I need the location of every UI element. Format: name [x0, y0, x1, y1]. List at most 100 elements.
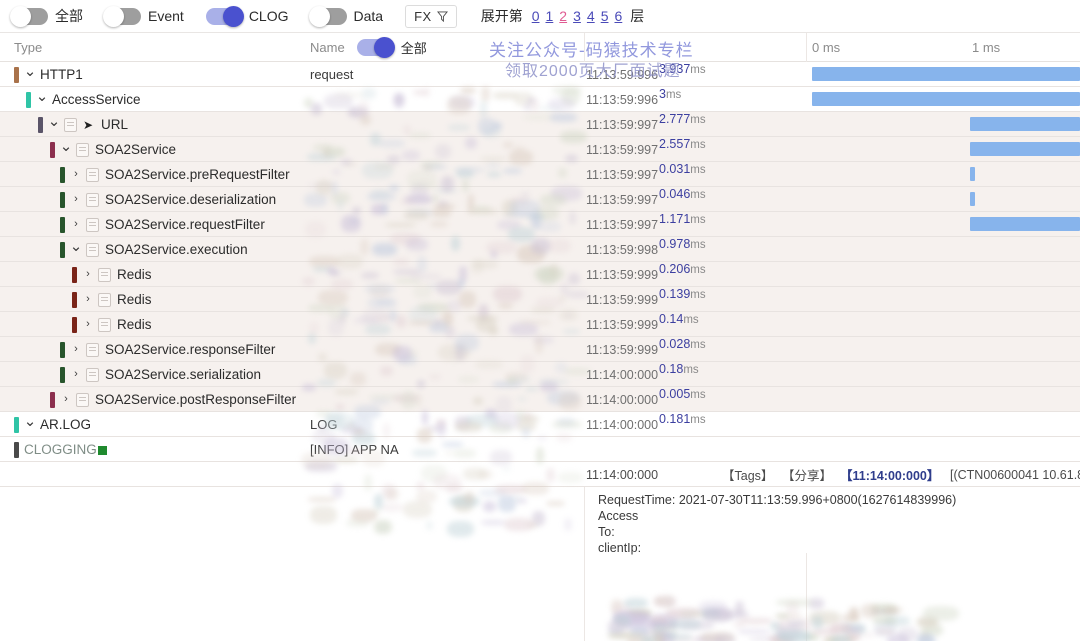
toggle-data-label: Data [353, 8, 384, 24]
chevron-right-icon[interactable]: › [82, 312, 94, 337]
timeline-bar[interactable] [970, 167, 975, 181]
table-row[interactable]: › SOA2Service.responseFilter 11:13:59:999 0… [0, 337, 1080, 362]
table-row[interactable]: › Redis 11:13:59:999 0.14 ms [0, 312, 1080, 337]
timeline-bar[interactable] [970, 192, 975, 206]
document-icon [64, 118, 77, 132]
expand-level-2[interactable]: 2 [558, 8, 568, 24]
table-row[interactable]: › Redis 11:13:59:999 0.206 ms [0, 262, 1080, 287]
toggle-all[interactable]: 全部 [10, 5, 83, 27]
redaction-smudge [629, 610, 653, 618]
chevron-right-icon[interactable]: › [82, 262, 94, 287]
redaction-smudge [641, 634, 666, 641]
document-icon [98, 293, 111, 307]
table-row[interactable]: › Redis 11:13:59:999 0.139 ms [0, 287, 1080, 312]
redaction-smudge [630, 627, 649, 638]
expand-level-3[interactable]: 3 [572, 8, 582, 24]
name-filter-switch[interactable] [356, 37, 395, 58]
toggle-event[interactable]: Event [103, 5, 184, 27]
ruler-tick-0ms: 0 ms [812, 40, 841, 55]
table-row[interactable]: ⌄ AccessService 11:13:59:996 3 ms [0, 87, 1080, 112]
detail-line: Access [598, 509, 639, 523]
table-row[interactable]: ⌄ SOA2Service 11:13:59:997 2.557 ms [0, 137, 1080, 162]
chevron-right-icon[interactable]: › [70, 187, 82, 212]
chevron-down-icon[interactable]: ⌄ [24, 62, 37, 87]
row-duration: 0.005 ms [659, 387, 706, 412]
table-row[interactable]: › SOA2Service.preRequestFilter 11:13:59:99… [0, 162, 1080, 187]
toggle-clog[interactable]: CLOG [205, 5, 289, 27]
row-duration-value: 2.557 [659, 137, 691, 151]
chevron-right-icon[interactable]: › [70, 162, 82, 187]
redaction-smudge [847, 626, 864, 632]
row-label: SOA2Service.responseFilter [105, 342, 276, 357]
row-duration-value: 0.18 [659, 362, 684, 376]
document-icon [86, 218, 99, 232]
toggle-data[interactable]: Data [308, 5, 384, 27]
table-row[interactable]: › SOA2Service.deserialization 11:13:59:997… [0, 187, 1080, 212]
redaction-smudge [873, 616, 897, 625]
timeline-bar[interactable] [812, 92, 1080, 106]
row-color-tick [72, 267, 77, 283]
chevron-right-icon[interactable]: › [82, 287, 94, 312]
row-duration-unit: ms [690, 214, 706, 226]
row-duration-unit: ms [690, 164, 706, 176]
redaction-smudge [700, 631, 734, 641]
row-color-tick [60, 342, 65, 358]
row-duration: 0.978 ms [659, 237, 706, 262]
row-duration-value: 1.171 [659, 212, 691, 226]
row-timestamp: 11:14:00:000 [586, 392, 659, 407]
tags-link[interactable]: 【Tags】 [722, 462, 773, 487]
chevron-down-icon[interactable]: ⌄ [70, 237, 83, 262]
log-tags-row: 11:14:00:000 【Tags】 【分享】 【11:14:00:000】 [(CT… [0, 462, 1080, 487]
table-row[interactable]: ⌄ HTTP1 request 11:13:59:996 3.937 ms [0, 62, 1080, 87]
redaction-smudge [916, 617, 939, 627]
redaction-smudge [832, 635, 851, 641]
table-row[interactable]: › SOA2Service.postResponseFilter 11:14:00:… [0, 387, 1080, 412]
chevron-down-icon[interactable]: ⌄ [24, 412, 37, 437]
table-row[interactable]: ⌄ SOA2Service.execution 11:13:59:998 0.978 m… [0, 237, 1080, 262]
expand-level-4[interactable]: 4 [586, 8, 596, 24]
expand-level-0[interactable]: 0 [531, 8, 541, 24]
expand-level-6[interactable]: 6 [613, 8, 623, 24]
toggle-all-switch[interactable] [10, 5, 48, 27]
expand-suffix: 层 [630, 8, 645, 24]
document-icon [76, 143, 89, 157]
chevron-down-icon[interactable]: ⌄ [36, 87, 49, 112]
redaction-smudge [787, 621, 806, 627]
chevron-right-icon[interactable]: › [70, 212, 82, 237]
table-row[interactable]: CLOGGING [INFO] APP NA [0, 437, 1080, 462]
chevron-down-icon[interactable]: ⌄ [48, 112, 61, 137]
chevron-right-icon[interactable]: › [70, 337, 82, 362]
redaction-smudge [884, 615, 911, 626]
table-row[interactable]: › SOA2Service.serialization 11:14:00:000 0.… [0, 362, 1080, 387]
chevron-right-icon[interactable]: › [60, 387, 72, 412]
row-duration: 3 ms [659, 87, 681, 112]
row-label: Redis [117, 317, 152, 332]
toggle-knob [373, 37, 395, 58]
share-link[interactable]: 【分享】 [782, 462, 832, 487]
chevron-down-icon[interactable]: ⌄ [60, 137, 73, 162]
table-row[interactable]: ⌄ ➤ URL 11:13:59:997 2.777 ms [0, 112, 1080, 137]
row-label: Redis [117, 267, 152, 282]
toggle-clog-switch[interactable] [205, 5, 244, 27]
row-label: AccessService [52, 92, 141, 107]
toggle-event-switch[interactable] [103, 5, 141, 27]
toggle-all-label: 全部 [55, 8, 83, 24]
expand-level-5[interactable]: 5 [600, 8, 610, 24]
row-duration-unit: ms [683, 314, 699, 326]
name-filter-label: 全部 [400, 41, 427, 56]
redaction-smudge [841, 622, 866, 636]
expand-label: 展开第 [480, 8, 523, 24]
table-row[interactable]: ⌄ AR.LOG LOG 11:14:00:000 0.181 ms [0, 412, 1080, 437]
fx-filter-button[interactable]: FX [405, 4, 457, 28]
redaction-smudge [849, 607, 860, 620]
table-row[interactable]: › SOA2Service.requestFilter 11:13:59:997 1.… [0, 212, 1080, 237]
row-timestamp: 11:13:59:996 [586, 67, 659, 82]
timeline-bar[interactable] [970, 117, 1080, 131]
timeline-bar[interactable] [812, 67, 1080, 81]
timeline-bar[interactable] [970, 217, 1080, 231]
expand-level-1[interactable]: 1 [545, 8, 555, 24]
redaction-smudge [610, 599, 622, 614]
chevron-right-icon[interactable]: › [70, 362, 82, 387]
toggle-data-switch[interactable] [308, 5, 347, 27]
timeline-bar[interactable] [970, 142, 1080, 156]
